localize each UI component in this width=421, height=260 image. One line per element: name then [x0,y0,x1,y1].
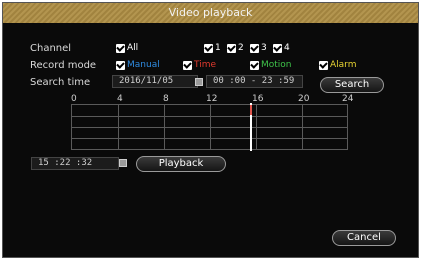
search-button[interactable]: Search [320,77,384,93]
record-alarm-checkbox[interactable]: Alarm [319,60,356,70]
timeline-grid[interactable] [71,103,348,151]
tick-label: 12 [206,94,218,104]
record-time-checkbox[interactable]: Time [183,60,216,70]
calendar-icon[interactable] [195,78,203,86]
channel-4-checkbox[interactable]: 4 [273,43,290,53]
record-manual-label: Manual [127,60,160,70]
channel-all-label: All [127,43,139,53]
check-icon [116,43,125,53]
channel-all-checkbox[interactable]: All [116,43,138,53]
record-alarm-label: Alarm [330,60,357,70]
tick-label: 8 [163,94,169,104]
tick-label: 16 [252,94,264,104]
cancel-button[interactable]: Cancel [332,230,396,246]
tick-label: 0 [71,94,77,104]
check-icon [250,43,259,53]
record-manual-checkbox[interactable]: Manual [116,60,160,70]
current-time-marker-head [250,105,252,115]
channel-label: Channel [30,43,72,54]
grid-col-divider [302,105,303,149]
channel-3-label: 3 [261,43,267,53]
grid-col-divider [256,105,257,149]
playback-time-field[interactable]: 15 :22 :32 [31,157,119,170]
record-mode-label: Record mode [30,60,97,71]
check-icon [273,43,282,53]
check-icon [319,60,328,70]
check-icon [183,60,192,70]
search-time-range-field[interactable]: 00 :00 - 23 :59 [206,75,303,88]
video-playback-window: Video playback Channel All 1 2 3 4 Recor… [2,2,419,258]
channel-4-label: 4 [284,43,290,53]
window-title: Video playback [3,3,418,23]
tick-label: 20 [298,94,310,104]
check-icon [116,60,125,70]
grid-col-divider [118,105,119,149]
grid-col-divider [164,105,165,149]
channel-2-label: 2 [238,43,244,53]
check-icon [227,43,236,53]
search-time-label: Search time [30,77,91,88]
tick-label: 4 [117,94,123,104]
channel-3-checkbox[interactable]: 3 [250,43,267,53]
record-time-label: Time [194,60,217,70]
check-icon [250,60,259,70]
channel-1-label: 1 [215,43,221,53]
grid-col-divider [210,105,211,149]
channel-2-checkbox[interactable]: 2 [227,43,244,53]
record-motion-label: Motion [261,60,292,70]
check-icon [204,43,213,53]
search-date-field[interactable]: 2016/11/05 [112,75,198,88]
channel-1-checkbox[interactable]: 1 [204,43,221,53]
clock-icon[interactable] [119,159,127,167]
tick-label: 24 [342,94,354,104]
record-motion-checkbox[interactable]: Motion [250,60,292,70]
playback-button[interactable]: Playback [136,156,226,172]
